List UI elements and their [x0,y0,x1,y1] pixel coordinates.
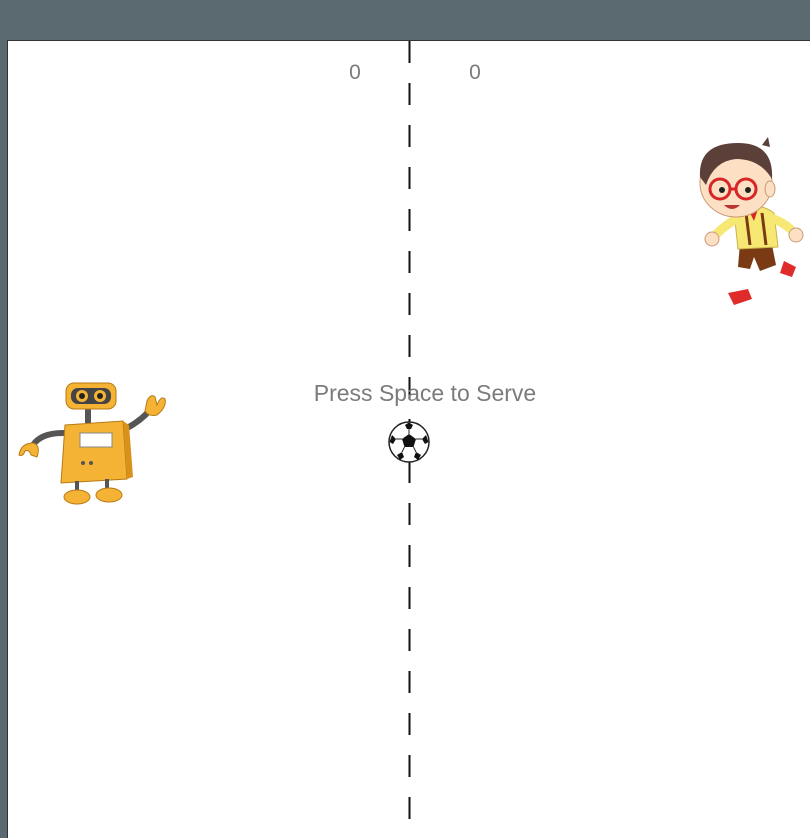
game-canvas[interactable]: 0 0 Press Space to Serve [7,40,810,838]
left-score: 0 [349,61,361,84]
soccer-ball-icon [388,421,430,463]
serve-prompt: Press Space to Serve [313,380,537,406]
window-top-bar [0,0,810,40]
running-kid-icon [699,137,804,305]
robot-icon [18,382,166,505]
right-score: 0 [469,61,481,84]
